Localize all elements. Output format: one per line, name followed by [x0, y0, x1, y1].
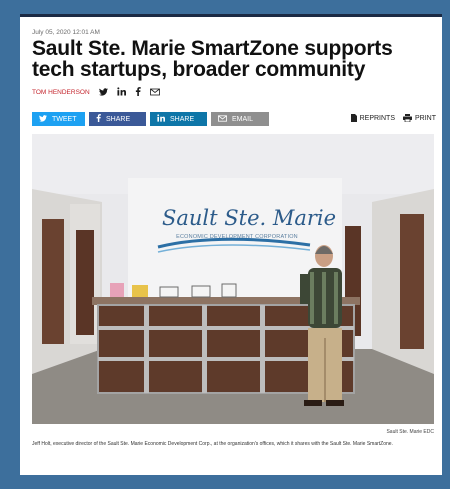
- facebook-share-label: SHARE: [106, 115, 131, 123]
- article-headline: Sault Ste. Marie SmartZone supports tech…: [32, 37, 393, 81]
- article-photo: Sault Ste. Marie ECONOMIC DEVELOPMENT CO…: [32, 134, 434, 424]
- share-bar: TWEET SHARE SHARE EMAIL: [32, 112, 269, 126]
- email-icon: [218, 114, 227, 124]
- photo-caption: Jeff Holt, executive director of the Sau…: [32, 441, 393, 447]
- print-link[interactable]: PRINT: [403, 114, 436, 122]
- photo-credit: Sault Ste. Marie EDC: [386, 429, 434, 435]
- utility-links: REPRINTS PRINT: [350, 114, 436, 122]
- article-date: July 05, 2020 12:01 AM: [32, 29, 100, 36]
- email-share-label: EMAIL: [232, 115, 254, 123]
- email-share-button[interactable]: EMAIL: [211, 112, 269, 126]
- byline: TOM HENDERSON: [32, 87, 160, 98]
- article-frame: July 05, 2020 12:01 AM Sault Ste. Marie …: [20, 14, 442, 475]
- email-icon[interactable]: [149, 88, 160, 98]
- tweet-label: TWEET: [52, 115, 77, 123]
- facebook-share-button[interactable]: SHARE: [89, 112, 146, 126]
- twitter-icon: [39, 114, 47, 124]
- tweet-button[interactable]: TWEET: [32, 112, 85, 126]
- facebook-icon[interactable]: [135, 87, 141, 98]
- reprints-label: REPRINTS: [359, 114, 395, 122]
- sign-subtitle: ECONOMIC DEVELOPMENT CORPORATION: [176, 234, 298, 240]
- print-label: PRINT: [415, 114, 436, 122]
- printer-icon: [403, 114, 412, 122]
- office-photo-illustration: [32, 134, 434, 424]
- document-icon: [350, 114, 357, 122]
- sign-logo: Sault Ste. Marie ECONOMIC DEVELOPMENT CO…: [162, 206, 337, 241]
- twitter-icon[interactable]: [98, 87, 108, 98]
- linkedin-icon[interactable]: [117, 87, 126, 98]
- reprints-link[interactable]: REPRINTS: [350, 114, 395, 122]
- facebook-icon: [96, 114, 101, 124]
- author-link[interactable]: TOM HENDERSON: [32, 89, 90, 96]
- sign-title: Sault Ste. Marie: [162, 206, 337, 230]
- linkedin-share-label: SHARE: [170, 115, 195, 123]
- linkedin-icon: [157, 114, 165, 124]
- linkedin-share-button[interactable]: SHARE: [150, 112, 207, 126]
